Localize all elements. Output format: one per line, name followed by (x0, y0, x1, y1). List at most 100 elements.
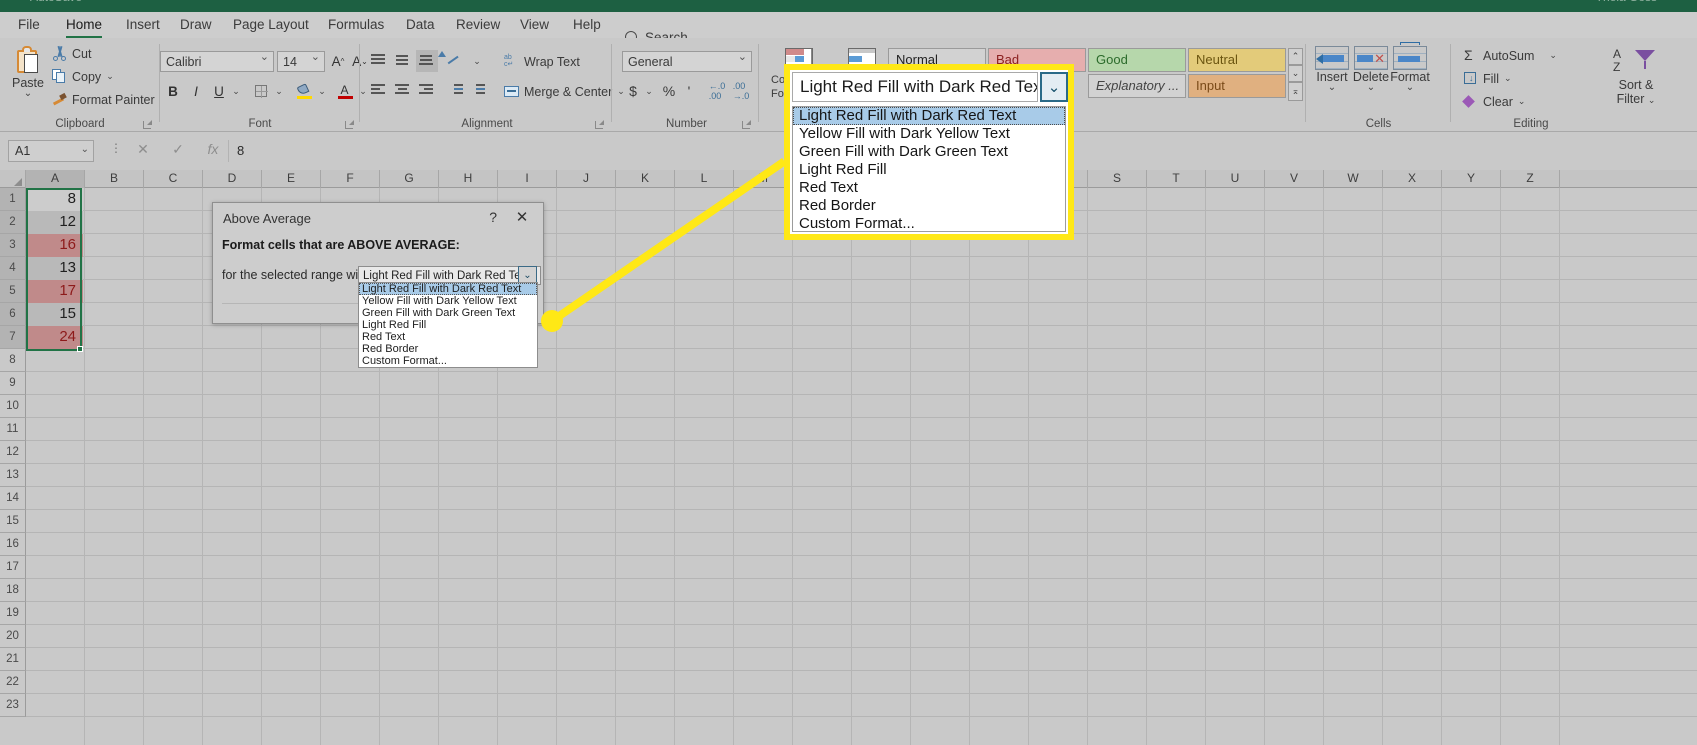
column-header-S[interactable]: S (1088, 170, 1147, 188)
row-header-22[interactable]: 22 (0, 671, 26, 694)
callout-option-6[interactable]: Custom Format... (793, 215, 1065, 233)
fill-color-button[interactable] (293, 80, 315, 102)
cell-style-good[interactable]: Good (1088, 48, 1186, 72)
name-box-caret-icon[interactable]: ⌄ (81, 140, 89, 160)
row-header-2[interactable]: 2 (0, 211, 26, 234)
align-middle-button[interactable] (392, 50, 414, 72)
row-header-9[interactable]: 9 (0, 372, 26, 395)
copy-caret-icon[interactable]: ⌄ (106, 71, 114, 82)
row-header-16[interactable]: 16 (0, 533, 26, 556)
dialog-option-0[interactable]: Light Red Fill with Dark Red Text (359, 283, 537, 295)
row-header-3[interactable]: 3 (0, 234, 26, 257)
percent-style-button[interactable]: % (659, 80, 679, 102)
dialog-help-button[interactable]: ? (489, 209, 497, 225)
sort-filter-caret-icon[interactable]: ⌄ (1648, 95, 1656, 105)
ribbon-tab-page-layout[interactable]: Page Layout (225, 15, 317, 37)
column-header-Z[interactable]: Z (1501, 170, 1560, 188)
row-header-5[interactable]: 5 (0, 280, 26, 303)
cell-A7[interactable]: 24 (26, 326, 83, 349)
copy-button[interactable]: Copy ⌄ (52, 69, 114, 84)
increase-font-size-button[interactable]: A ^ (328, 51, 348, 72)
increase-indent-button[interactable] (472, 80, 496, 102)
cell-style-neutral[interactable]: Neutral (1188, 48, 1286, 72)
column-header-H[interactable]: H (439, 170, 498, 188)
ribbon-tab-file[interactable]: File (10, 15, 48, 37)
column-header-W[interactable]: W (1324, 170, 1383, 188)
callout-option-1[interactable]: Yellow Fill with Dark Yellow Text (793, 125, 1065, 143)
ribbon-tab-help[interactable]: Help (565, 15, 609, 37)
callout-option-5[interactable]: Red Border (793, 197, 1065, 215)
column-header-B[interactable]: B (85, 170, 144, 188)
format-caret-icon[interactable]: ⌄ (1388, 83, 1432, 93)
font-dialog-launcher[interactable] (345, 120, 354, 129)
cut-button[interactable]: Cut (52, 46, 91, 61)
fill-handle[interactable] (77, 346, 83, 352)
cell-style-explanatory[interactable]: Explanatory ... (1088, 74, 1186, 98)
align-left-button[interactable] (368, 80, 390, 102)
fill-caret-icon[interactable]: ⌄ (1504, 73, 1512, 84)
row-header-8[interactable]: 8 (0, 349, 26, 372)
align-center-button[interactable] (392, 80, 414, 102)
decrease-indent-button[interactable] (446, 80, 470, 102)
column-header-Y[interactable]: Y (1442, 170, 1501, 188)
italic-button[interactable]: I (186, 80, 206, 102)
fill-color-caret-icon[interactable]: ⌄ (315, 80, 329, 102)
callout-option-2[interactable]: Green Fill with Dark Green Text (793, 143, 1065, 161)
column-header-C[interactable]: C (144, 170, 203, 188)
number-format-combo[interactable]: General (622, 50, 752, 72)
align-top-button[interactable] (368, 50, 390, 72)
underline-caret-icon[interactable]: ⌄ (229, 80, 243, 102)
clear-caret-icon[interactable]: ⌄ (1518, 96, 1526, 107)
styles-more-button[interactable]: ⌅ (1288, 82, 1303, 101)
callout-option-4[interactable]: Red Text (793, 179, 1065, 197)
styles-scroll-up-button[interactable]: ⌃ (1288, 48, 1303, 65)
row-header-17[interactable]: 17 (0, 556, 26, 579)
dialog-option-3[interactable]: Light Red Fill (359, 319, 537, 331)
row-header-1[interactable]: 1 (0, 188, 26, 211)
font-name-combo[interactable]: Calibri (160, 50, 274, 72)
ribbon-tab-draw[interactable]: Draw (172, 15, 220, 37)
align-right-button[interactable] (416, 80, 438, 102)
bold-button[interactable]: B (163, 80, 183, 102)
ribbon-tab-home[interactable]: Home (58, 15, 110, 38)
cell-A5[interactable]: 17 (26, 280, 83, 303)
fill-button[interactable]: ↓ Fill ⌄ (1463, 71, 1512, 86)
column-header-A[interactable]: A (26, 170, 85, 188)
column-header-J[interactable]: J (557, 170, 616, 188)
row-header-23[interactable]: 23 (0, 694, 26, 717)
format-painter-button[interactable]: Format Painter (52, 92, 155, 107)
callout-combo-value-box[interactable]: Light Red Fill with Dark Red Text (792, 72, 1038, 102)
row-header-4[interactable]: 4 (0, 257, 26, 280)
column-header-F[interactable]: F (321, 170, 380, 188)
cell-style-input[interactable]: Input (1188, 74, 1286, 98)
row-header-18[interactable]: 18 (0, 579, 26, 602)
column-header-T[interactable]: T (1147, 170, 1206, 188)
ribbon-tab-formulas[interactable]: Formulas (320, 15, 392, 37)
ribbon-tab-data[interactable]: Data (398, 15, 443, 37)
column-header-L[interactable]: L (675, 170, 734, 188)
ribbon-tab-insert[interactable]: Insert (118, 15, 168, 37)
row-header-14[interactable]: 14 (0, 487, 26, 510)
dialog-option-4[interactable]: Red Text (359, 331, 537, 343)
dialog-option-2[interactable]: Green Fill with Dark Green Text (359, 307, 537, 319)
column-header-U[interactable]: U (1206, 170, 1265, 188)
cell-A6[interactable]: 15 (26, 303, 83, 326)
ribbon-tab-view[interactable]: View (512, 15, 557, 37)
formula-bar-grip[interactable]: ⋮ (110, 142, 122, 154)
name-box[interactable]: A1 ⌄ (8, 140, 94, 162)
clear-button[interactable]: Clear ⌄ (1462, 94, 1526, 109)
sort-filter-button[interactable]: A Z Sort & Filter ⌄ (1601, 48, 1671, 106)
decrease-decimal-button[interactable]: .00 →.0 (730, 80, 752, 102)
cell-A3[interactable]: 16 (26, 234, 83, 257)
callout-option-0[interactable]: Light Red Fill with Dark Red Text (793, 107, 1065, 125)
cell-A1[interactable]: 8 (26, 188, 83, 211)
merge-center-button[interactable]: Merge & Center ⌄ (504, 84, 625, 99)
dialog-close-button[interactable]: ✕ (511, 209, 533, 227)
dialog-option-5[interactable]: Red Border (359, 343, 537, 355)
paste-caret-icon[interactable]: ⌄ (6, 89, 50, 99)
confirm-entry-button[interactable]: ✓ (165, 141, 191, 161)
column-header-G[interactable]: G (380, 170, 439, 188)
autosum-button[interactable]: Σ AutoSum ⌄ (1463, 48, 1557, 63)
align-bottom-button[interactable] (416, 50, 438, 72)
row-header-6[interactable]: 6 (0, 303, 26, 326)
